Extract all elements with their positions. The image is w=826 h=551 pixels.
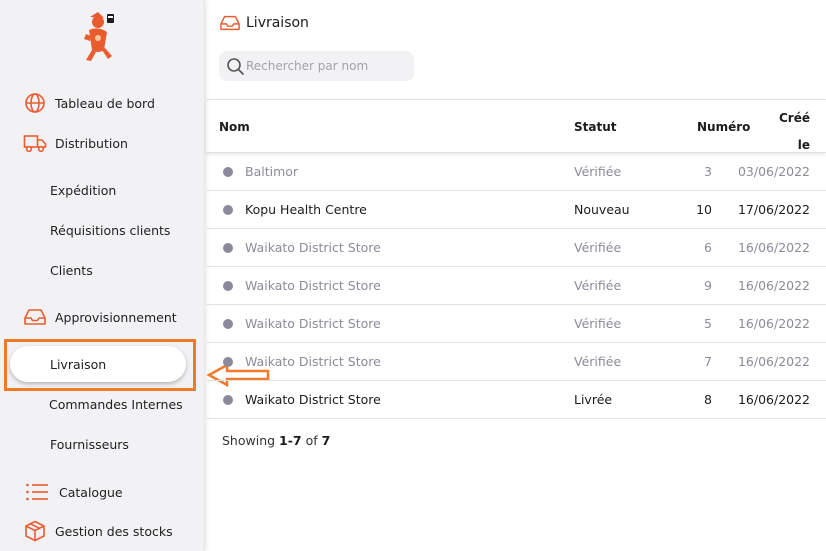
- sidebar-item-label: Tableau de bord: [55, 95, 155, 111]
- sidebar-item-label: Clients: [50, 262, 93, 278]
- sidebar-item-label: Approvisionnement: [55, 309, 177, 325]
- search-input[interactable]: [246, 55, 406, 77]
- sidebar: Tableau de bord Distribution Expédition …: [0, 0, 205, 551]
- status-dot: [223, 395, 233, 405]
- cell-number: 8: [704, 392, 712, 407]
- status-dot: [223, 205, 233, 215]
- pagination-prefix: Showing: [222, 433, 280, 448]
- column-header-number[interactable]: Numéro: [697, 120, 750, 134]
- status-dot: [223, 167, 233, 177]
- truck-icon: [23, 131, 47, 155]
- table-row[interactable]: Waikato District Store Vérifiée 5 16/06/…: [206, 305, 826, 343]
- cell-date: 16/06/2022: [737, 392, 810, 407]
- table-row[interactable]: Waikato District Store Vérifiée 9 16/06/…: [206, 267, 826, 305]
- column-header-created-line1: Créé: [778, 111, 810, 125]
- sidebar-item-label: Réquisitions clients: [50, 222, 171, 238]
- pagination-range: 1-7: [279, 433, 302, 448]
- inbox-icon: [23, 305, 47, 329]
- highlight-box: [4, 339, 196, 391]
- cell-name: Waikato District Store: [245, 278, 381, 293]
- pagination-summary: Showing 1-7 of 7: [222, 433, 330, 448]
- search-icon: [227, 58, 245, 76]
- cell-number: 6: [704, 240, 712, 255]
- sidebar-item-catalogue[interactable]: Catalogue: [0, 477, 205, 507]
- cell-status: Vérifiée: [574, 240, 622, 255]
- table-header: Nom Statut Numéro Créé le: [206, 99, 826, 153]
- sidebar-item-dashboard[interactable]: Tableau de bord: [0, 88, 205, 118]
- table-row[interactable]: Waikato District Store Livrée 8 16/06/20…: [206, 381, 826, 419]
- cell-name: Waikato District Store: [245, 354, 381, 369]
- shipments-table: Nom Statut Numéro Créé le Baltimor Vérifi…: [206, 99, 826, 419]
- cell-status: Vérifiée: [574, 164, 622, 179]
- sidebar-item-label: Fournisseurs: [50, 436, 129, 452]
- status-dot: [223, 281, 233, 291]
- pagination-total: 7: [321, 433, 331, 448]
- cell-number: 10: [696, 202, 712, 217]
- column-header-created[interactable]: Créé le: [770, 105, 810, 159]
- sidebar-item-label: Expédition: [50, 182, 117, 198]
- sidebar-item-suppliers[interactable]: Fournisseurs: [0, 429, 205, 459]
- table-row[interactable]: Waikato District Store Vérifiée 7 16/06/…: [206, 343, 826, 381]
- cell-name: Baltimor: [245, 164, 299, 179]
- cell-number: 9: [704, 278, 712, 293]
- page-header: Livraison: [220, 12, 309, 34]
- sidebar-item-replenishment[interactable]: Approvisionnement: [0, 302, 205, 332]
- sidebar-item-label: Distribution: [55, 135, 128, 151]
- table-row[interactable]: Kopu Health Centre Nouveau 10 17/06/2022: [206, 191, 826, 229]
- main-content: Livraison Nom Statut Numéro Créé le Balti…: [206, 0, 826, 551]
- cell-number: 3: [704, 164, 712, 179]
- cell-status: Vérifiée: [574, 316, 622, 331]
- cell-date: 03/06/2022: [737, 164, 810, 179]
- sidebar-item-label: Commandes Internes: [49, 396, 183, 412]
- globe-icon: [23, 91, 47, 115]
- cell-date: 16/06/2022: [737, 240, 810, 255]
- cell-number: 7: [704, 354, 712, 369]
- cell-date: 16/06/2022: [737, 354, 810, 369]
- list-icon: [25, 480, 49, 504]
- sidebar-item-label: Gestion des stocks: [55, 523, 173, 539]
- page-title: Livraison: [246, 15, 309, 31]
- status-dot: [223, 319, 233, 329]
- cell-name: Waikato District Store: [245, 392, 381, 407]
- column-header-status[interactable]: Statut: [574, 120, 617, 134]
- search-box[interactable]: [219, 51, 414, 81]
- sidebar-item-customer-requisitions[interactable]: Réquisitions clients: [0, 215, 205, 245]
- column-header-name[interactable]: Nom: [219, 120, 250, 134]
- table-row[interactable]: Baltimor Vérifiée 3 03/06/2022: [206, 153, 826, 191]
- cell-date: 16/06/2022: [737, 278, 810, 293]
- table-row[interactable]: Waikato District Store Vérifiée 6 16/06/…: [206, 229, 826, 267]
- inbox-icon: [220, 15, 240, 31]
- sidebar-item-customers[interactable]: Clients: [0, 255, 205, 285]
- cell-status: Nouveau: [574, 202, 630, 217]
- cell-date: 17/06/2022: [737, 202, 810, 217]
- cube-icon: [23, 519, 47, 543]
- sidebar-item-label: Catalogue: [59, 484, 123, 500]
- cell-date: 16/06/2022: [737, 316, 810, 331]
- sidebar-item-distribution[interactable]: Distribution: [0, 128, 205, 158]
- cell-name: Waikato District Store: [245, 240, 381, 255]
- sidebar-item-internal-orders[interactable]: Commandes Internes: [0, 389, 205, 419]
- cell-status: Vérifiée: [574, 278, 622, 293]
- sidebar-item-inventory[interactable]: Gestion des stocks: [0, 516, 205, 546]
- cell-status: Vérifiée: [574, 354, 622, 369]
- cell-name: Kopu Health Centre: [245, 202, 367, 217]
- status-dot: [223, 357, 233, 367]
- pagination-of: of: [301, 433, 322, 448]
- column-header-created-line2: le: [797, 138, 810, 152]
- cell-number: 5: [704, 316, 712, 331]
- app-logo: [84, 12, 114, 61]
- cell-name: Waikato District Store: [245, 316, 381, 331]
- sidebar-item-shipment[interactable]: Expédition: [0, 175, 205, 205]
- status-dot: [223, 243, 233, 253]
- cell-status: Livrée: [574, 392, 613, 407]
